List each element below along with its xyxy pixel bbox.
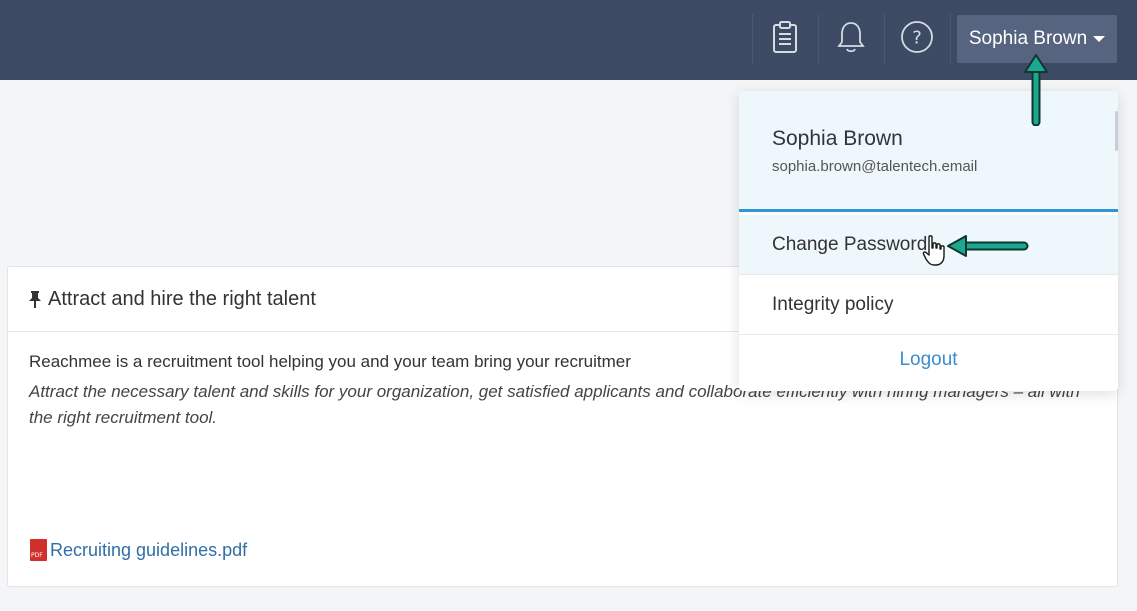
pin-icon (28, 290, 42, 308)
user-name-label: Sophia Brown (968, 28, 1088, 49)
nav-divider (818, 14, 819, 64)
hand-cursor-icon (922, 235, 945, 266)
annotation-arrow-up-icon (1024, 54, 1048, 126)
logout-label: Logout (899, 349, 958, 370)
help-icon: ? (900, 20, 934, 59)
dropdown-user-email: sophia.brown@talentech.email (772, 158, 978, 175)
caret-down-icon (1093, 36, 1106, 42)
nav-divider (752, 14, 753, 64)
top-navbar: ? Sophia Brown (0, 0, 1137, 80)
attachment-link[interactable]: Recruiting guidelines.pdf (30, 539, 247, 561)
dropdown-user-name: Sophia Brown (772, 127, 903, 150)
logout-button[interactable]: Logout (739, 334, 1118, 386)
bell-icon (836, 20, 866, 59)
annotation-arrow-left-icon (947, 235, 1029, 257)
integrity-policy-item[interactable]: Integrity policy (739, 275, 1118, 335)
card-title: Attract and hire the right talent (48, 287, 316, 310)
dropdown-scrollbar[interactable] (1115, 111, 1118, 151)
nav-divider (884, 14, 885, 64)
pdf-icon (30, 539, 47, 561)
clipboard-button[interactable] (754, 15, 816, 63)
attachment-label: Recruiting guidelines.pdf (50, 539, 248, 560)
help-button[interactable]: ? (886, 15, 948, 63)
svg-text:?: ? (912, 27, 922, 48)
nav-divider (950, 14, 951, 64)
clipboard-icon (772, 20, 798, 59)
change-password-label: Change Password (772, 233, 928, 255)
dropdown-user-info: Sophia Brown sophia.brown@talentech.emai… (739, 91, 1118, 212)
notifications-button[interactable] (820, 15, 882, 63)
integrity-policy-label: Integrity policy (772, 293, 894, 315)
